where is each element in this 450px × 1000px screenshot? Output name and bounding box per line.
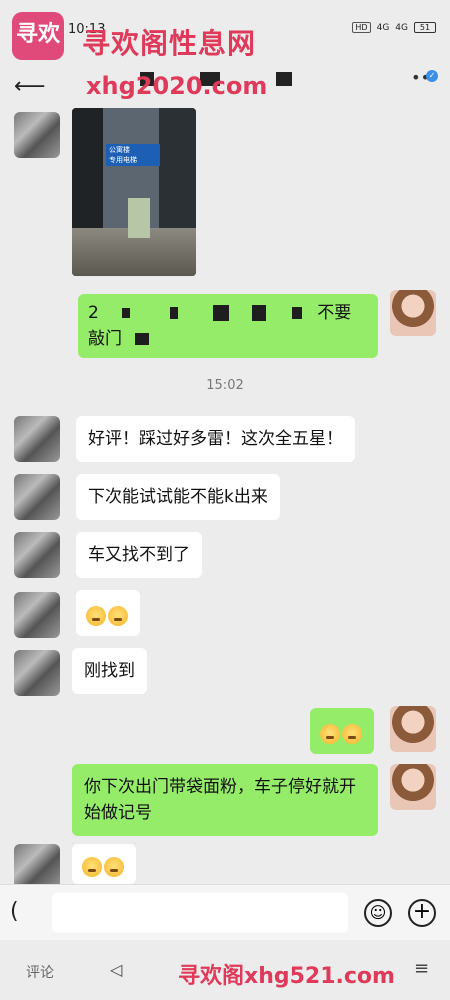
avatar[interactable]: [14, 532, 60, 578]
redacted-block: [169, 307, 178, 319]
flushed-face-emoji-icon: [108, 606, 128, 626]
battery-icon: 51: [414, 22, 436, 33]
status-icons: HD 4G 4G 51: [352, 22, 436, 33]
redacted-block: [276, 72, 292, 86]
watermark-url: xhg2020.com: [86, 72, 268, 100]
plus-icon[interactable]: +: [408, 899, 436, 927]
avatar-self[interactable]: [390, 706, 436, 752]
avatar[interactable]: [14, 416, 60, 462]
avatar[interactable]: [14, 112, 60, 158]
input-bar: ( ☺ +: [0, 884, 450, 940]
photo-door: [128, 198, 150, 238]
avatar[interactable]: [14, 592, 60, 638]
message-input[interactable]: [52, 893, 348, 933]
message-text: 不要: [317, 303, 352, 323]
redacted-block: [135, 333, 150, 345]
flushed-face-emoji-icon: [86, 606, 106, 626]
bottom-bar: 评论 ◁ 寻欢阁xhg521.com ≡: [0, 940, 450, 1000]
redacted-block: [213, 305, 230, 321]
avatar-self[interactable]: [390, 764, 436, 810]
watermark-title: 寻欢阁性息网: [82, 27, 257, 60]
menu-lines-icon[interactable]: ≡: [414, 958, 429, 979]
rolling-eyes-emoji-icon: [342, 724, 362, 744]
message-bubble[interactable]: 下次能试试能不能k出来: [76, 474, 280, 520]
message-bubble-emoji[interactable]: [76, 590, 140, 636]
verified-icon: ✓: [426, 70, 438, 82]
watermark-logo: 寻欢: [12, 12, 64, 60]
watermark-bottom: 寻欢阁xhg521.com: [178, 964, 395, 989]
emoji-icon[interactable]: ☺: [364, 899, 392, 927]
message-bubble[interactable]: 刚找到: [72, 648, 147, 694]
triangle-back-icon[interactable]: ◁: [110, 960, 122, 979]
message-bubble-sent[interactable]: 2 不要 敲门: [78, 294, 378, 358]
signal-4g-icon: 4G: [376, 22, 390, 33]
message-text: 2: [88, 303, 99, 323]
avatar[interactable]: [14, 474, 60, 520]
message-bubble-sent[interactable]: 你下次出门带袋面粉，车子停好就开始做记号: [72, 764, 378, 836]
message-bubble[interactable]: 好评！踩过好多雷！这次全五星！: [76, 416, 355, 462]
image-message[interactable]: 公寓楼 专用电梯: [72, 108, 196, 276]
arrow-left-icon[interactable]: ⟵: [14, 74, 46, 99]
message-line: 敲门: [88, 326, 368, 352]
redacted-block: [252, 305, 267, 321]
message-bubble[interactable]: 车又找不到了: [76, 532, 202, 578]
redacted-block: [122, 308, 131, 318]
grin-emoji-icon: [82, 857, 102, 877]
timestamp: 15:02: [206, 378, 244, 393]
grin-emoji-icon: [104, 857, 124, 877]
voice-icon[interactable]: (: [10, 899, 19, 924]
signal-4g-icon-2: 4G: [395, 22, 408, 33]
avatar-self[interactable]: [390, 290, 436, 336]
redacted-block: [291, 307, 302, 319]
photo-elevator-sign: 公寓楼 专用电梯: [106, 144, 160, 166]
message-bubble-sent-emoji[interactable]: [310, 708, 374, 754]
comment-label[interactable]: 评论: [26, 962, 54, 982]
message-text: 敲门: [88, 329, 122, 349]
message-bubble-emoji[interactable]: [72, 844, 136, 884]
message-line: 2 不要: [88, 300, 368, 326]
avatar[interactable]: [14, 650, 60, 696]
rolling-eyes-emoji-icon: [320, 724, 340, 744]
hd-badge: HD: [352, 22, 371, 33]
